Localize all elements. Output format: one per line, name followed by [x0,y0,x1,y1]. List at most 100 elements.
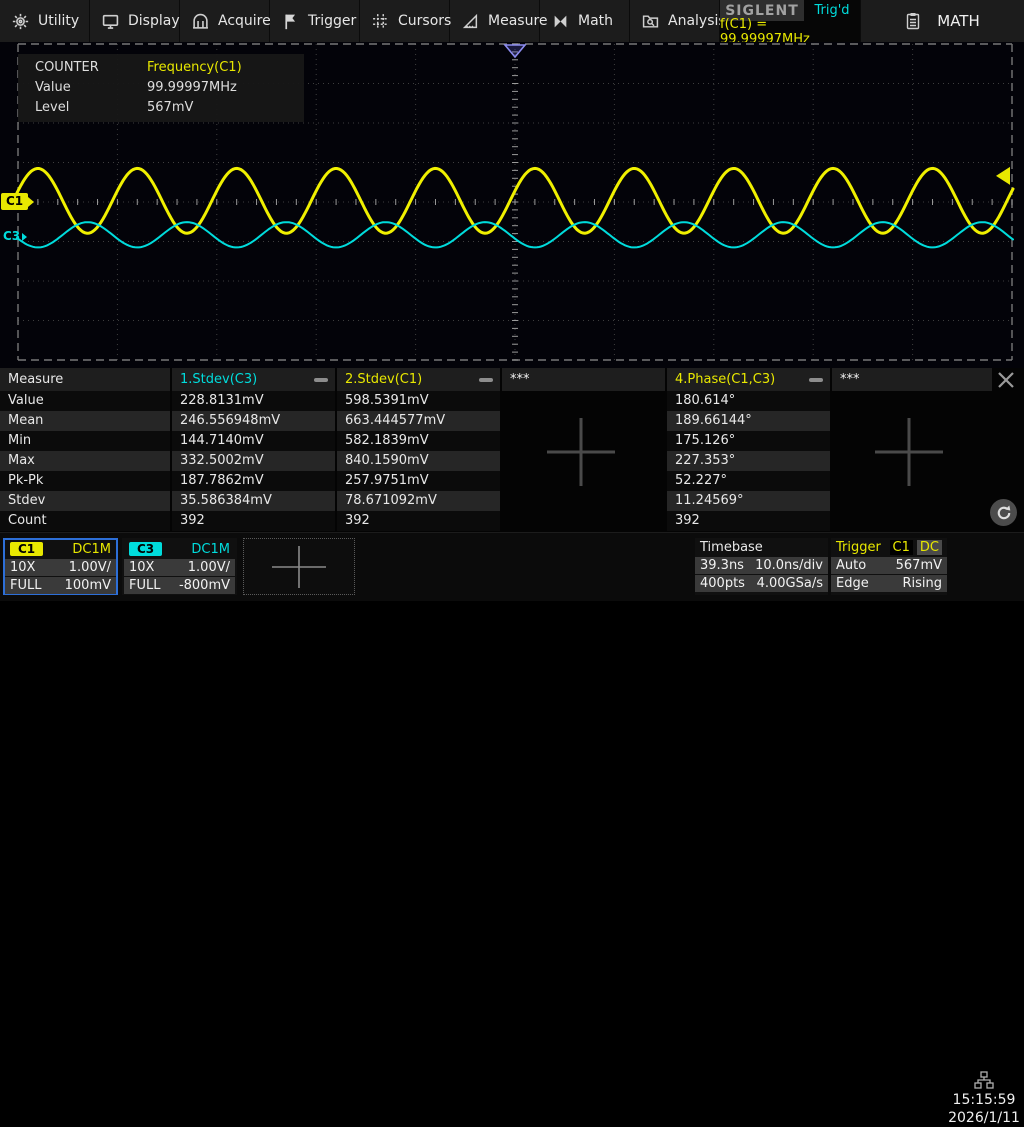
channel-c1-position-marker[interactable]: C1 [1,193,34,210]
counter-type: Frequency(C1) [147,60,242,75]
trigger-position-marker[interactable] [505,45,525,57]
measure-column-label: *** [510,368,530,391]
close-measure-icon[interactable] [995,369,1017,391]
menu-trigger[interactable]: Trigger [270,0,360,42]
measure-row-label: Pk-Pk [0,471,170,491]
remove-measure-icon[interactable] [314,378,328,382]
channel-c3-box[interactable]: C3 DC1M 10X 1.00V/ FULL -800mV [122,538,237,595]
channel-c1-coupling: DC1M [72,542,111,557]
measure-panel: Measure1.Stdev(C3) 2.Stdev(C1) *** 4.Phase(… [0,368,1024,532]
acquire-icon [192,13,209,30]
trigger-mode: Auto [836,558,866,573]
trigger-slope: Rising [902,576,942,591]
system-date: 2026/1/11 [948,1109,1020,1127]
measure-column-label: 2.Stdev(C1) [345,368,422,391]
measure-cell: 598.5391mV [337,391,500,411]
math-icon [552,13,569,30]
measure-cell: 175.126° [667,431,830,451]
counter-row-value: 567mV [147,100,193,115]
measure-cell: 189.66144° [667,411,830,431]
channel-c1-scale: 1.00V/ [69,560,111,575]
menu-analysis[interactable]: Analysis [630,0,720,42]
trigger-level: 567mV [896,558,942,573]
menu-label: Cursors [398,13,451,29]
menu-utility[interactable]: Utility [0,0,90,42]
measure-row-label: Stdev [0,491,170,511]
menu-label: Utility [38,13,79,29]
remove-measure-icon[interactable] [479,378,493,382]
trigger-coupling: DC [917,540,942,555]
measure-column-header-4[interactable]: 4.Phase(C1,C3) [667,368,830,391]
measure-cell: 78.671092mV [337,491,500,511]
menu-acquire[interactable]: Acquire [180,0,270,42]
add-channel-box[interactable] [243,538,355,595]
measure-cell: 392 [337,511,500,531]
measure-cell: 144.7140mV [172,431,335,451]
measure-row-label: Min [0,431,170,451]
measure-cell: 180.614° [667,391,830,411]
menu-label: Trigger [308,13,356,29]
measure-column-header-3[interactable]: *** [502,368,665,391]
menu-measure[interactable]: Measure [450,0,540,42]
menu-label: Acquire [218,13,271,29]
menu-cursors[interactable]: Cursors [360,0,450,42]
measure-column-header-1[interactable]: 1.Stdev(C3) [172,368,335,391]
gear-icon [12,13,29,30]
channel-c3-position-marker[interactable]: C3 [3,228,27,245]
counter-overlay: COUNTER Frequency(C1) Value 99.99997MHz … [18,54,304,122]
measure-column-header-2[interactable]: 2.Stdev(C1) [337,368,500,391]
menu-label: Display [128,13,180,29]
channel-c1-box[interactable]: C1 DC1M 10X 1.00V/ FULL 100mV [3,538,118,595]
system-time: 15:15:59 [948,1091,1020,1109]
menu-display[interactable]: Display [90,0,180,42]
flag-icon [282,13,299,30]
timebase-delay: 39.3ns [700,558,744,573]
measure-column-header-5[interactable]: *** [832,368,992,391]
channel-c3-bandwidth: FULL [129,578,160,593]
measure-cell [502,511,665,531]
counter-row-label: Level [18,100,147,115]
measure-cell: 52.227° [667,471,830,491]
trigger-level-marker[interactable] [996,167,1010,185]
measure-icon [462,13,479,30]
timebase-title: Timebase [700,540,763,555]
measure-header-label: Measure [0,368,170,391]
add-measure-placeholder-2[interactable] [869,412,949,492]
counter-title: COUNTER [18,60,147,75]
measure-cell: 392 [172,511,335,531]
menu-math[interactable]: Math [540,0,630,42]
network-icon[interactable] [948,1071,1020,1089]
channel-c1-offset: 100mV [65,578,111,593]
timebase-points: 400pts [700,576,745,591]
trigger-box[interactable]: Trigger C1 DC Auto 567mV Edge Rising [831,538,947,595]
measure-cell [832,511,992,531]
channel-c1-bandwidth: FULL [10,578,41,593]
channel-c3-scale: 1.00V/ [188,560,230,575]
bottom-status-bar: C1 DC1M 10X 1.00V/ FULL 100mV C3 DC1M 10… [0,532,1024,601]
channel-c3-coupling: DC1M [191,542,230,557]
reset-statistics-icon[interactable] [990,499,1017,526]
counter-frequency-readout: f(C1) = 99.99997MHz [720,21,860,42]
plus-icon [270,544,328,590]
timebase-sample-rate: 4.00GSa/s [757,576,823,591]
menu-label: Measure [488,13,548,29]
measure-row-label: Max [0,451,170,471]
measure-row-label: Mean [0,411,170,431]
measure-column-label: 4.Phase(C1,C3) [675,368,775,391]
channel-c3-attenuation: 10X [129,560,154,575]
add-measure-placeholder-1[interactable] [541,412,621,492]
oscilloscope-screen: { "colors": { "yellow": "#e8e800", "cyan… [0,0,1024,600]
menu-label: Math [578,13,613,29]
timebase-box[interactable]: Timebase 39.3ns 10.0ns/div 400pts 4.00GS… [695,538,828,595]
menu-math-shortcut[interactable]: MATH [860,0,1024,42]
waveform-display: COUNTER Frequency(C1) Value 99.99997MHz … [0,42,1024,368]
measure-row-label: Value [0,391,170,411]
measure-cell [832,391,992,411]
channel-c3-badge: C3 [129,542,162,556]
timebase-scale: 10.0ns/div [755,558,823,573]
remove-measure-icon[interactable] [809,378,823,382]
menu-label: Analysis [668,13,726,29]
trigger-type: Edge [836,576,869,591]
measure-cell [502,491,665,511]
math-shortcut-label: MATH [937,12,979,30]
